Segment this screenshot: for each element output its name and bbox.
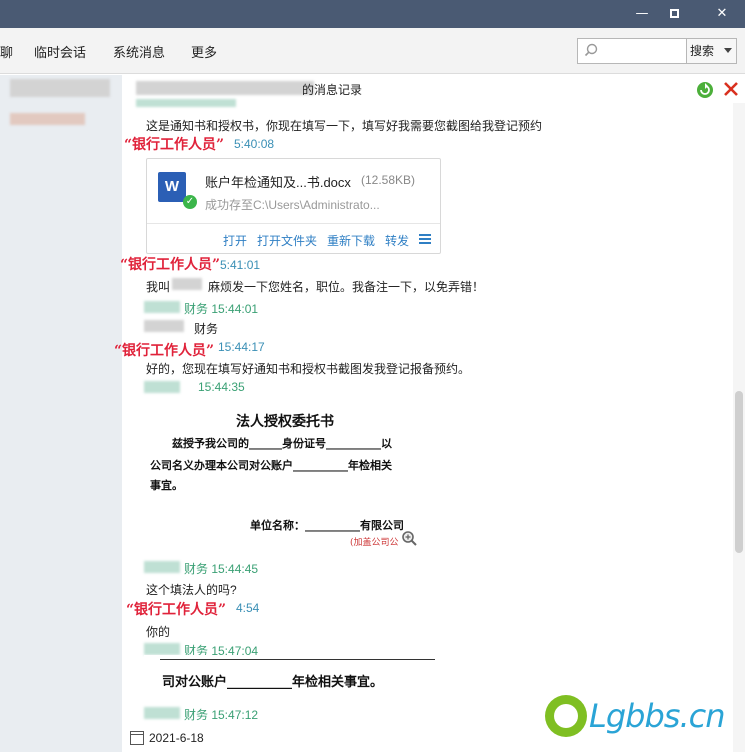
maximize-icon [669,9,679,18]
message-text: 这个填法人的吗? [146,583,237,597]
search-button[interactable]: 搜索 [687,38,737,64]
blurred-sender [144,707,180,719]
message-text: 财务 [194,322,219,336]
file-path: 成功存至C:\Users\Administrato... [205,198,380,212]
sender-label: “银行工作人员” [124,137,225,153]
open-folder-link[interactable]: 打开文件夹 [257,232,317,249]
zoom-icon[interactable] [401,530,417,546]
watermark-ring-icon [545,695,587,737]
refresh-icon[interactable] [696,81,714,99]
date-label: 2021-6-18 [149,731,204,745]
timestamp: 5:41:01 [220,258,261,272]
divider [147,223,440,224]
doc-rule [160,659,435,660]
history-title: 的消息记录 [302,83,363,97]
forward-link[interactable]: 转发 [385,232,409,249]
chevron-down-icon [724,48,732,53]
maximize-button[interactable] [664,4,684,24]
doc-line: 事宜。 [150,479,183,492]
check-icon: ✓ [183,195,197,209]
message-text: 你的 [146,625,171,639]
doc-line: 司对公账户__________年检相关事宜。 [162,675,384,690]
blurred-sender [144,561,180,573]
file-name: 账户年检通知及...书.docx [205,175,351,190]
message-history-panel: 的消息记录 这是通知书和授权书，你现在填写一下，填写好我需要您截图给我登记预约 … [114,75,745,752]
tab-system-messages[interactable]: 系统消息 [113,42,165,61]
tab-more[interactable]: 更多 [191,42,217,61]
doc-title: 法人授权委托书 [236,414,334,430]
close-button[interactable]: ✕ [712,4,732,24]
message-text: 这是通知书和授权书，你现在填写一下，填写好我需要您截图给我登记预约 [146,119,543,133]
blurred-sender [144,381,180,393]
sender-label: “银行工作人员” [126,602,227,618]
document-image[interactable]: 法人授权委托书 兹授予我公司的______身份证号__________以 公司名… [144,403,444,553]
search-button-label: 搜索 [690,44,715,58]
open-file-link[interactable]: 打开 [223,232,247,249]
blurred-sender [144,643,180,655]
blurred-sender [144,301,180,313]
blurred-name [136,81,314,95]
timestamp: 15:44:35 [198,380,245,394]
blurred-sender [136,99,236,107]
blurred-name [172,278,202,290]
close-icon[interactable] [722,80,740,98]
sender-label: “银行工作人员” [114,343,215,359]
timestamp: 5:40:08 [234,137,275,151]
document-image[interactable]: 司对公账户__________年检相关事宜。 [144,655,444,695]
contact-sidebar [0,75,122,752]
doc-line: 兹授予我公司的______身份证号__________以 [172,437,392,450]
file-card[interactable]: W ✓ 账户年检通知及...书.docx (12.58KB) 成功存至C:\Us… [146,158,441,254]
timestamp: 财务 15:44:01 [184,302,259,316]
search-input[interactable] [577,38,687,64]
sender-label: “银行工作人员” [120,257,221,273]
timestamp: 财务 15:47:12 [184,708,259,722]
blurred-contact[interactable] [10,79,110,97]
tab-temp-session[interactable]: 临时会话 [34,42,86,61]
watermark-text: Lgbbs.cn [589,697,725,735]
timestamp: 财务 15:44:45 [184,562,259,576]
calendar-icon[interactable] [130,731,144,745]
redownload-link[interactable]: 重新下载 [327,232,375,249]
timestamp: 15:44:17 [218,340,265,354]
message-prefix: 我叫 [146,280,171,294]
word-file-icon: W [158,172,186,202]
search-icon [584,43,598,57]
file-size: (12.58KB) [361,173,416,187]
blurred-contact[interactable] [10,113,85,125]
watermark-logo: Lgbbs.cn [545,683,741,747]
window-title-bar: — ✕ [0,0,745,28]
blurred-name [144,320,184,332]
minimize-button[interactable]: — [632,4,652,24]
doc-line: 单位名称：__________有限公司 [250,519,404,532]
timestamp: 4:54 [236,601,260,615]
tab-bar: 聊 临时会话 系统消息 更多 搜索 [0,28,745,74]
message-text: 麻烦发一下您姓名，职位。我备注一下，以免弄错！ [208,280,485,294]
tab-chat[interactable]: 聊 [0,42,13,61]
message-text: 好的，您现在填写好通知书和授权书截图发我登记报备预约。 [146,362,471,376]
doc-stamp-text: (加盖公司公 [350,538,399,548]
menu-icon[interactable] [419,234,431,244]
doc-line: 公司名义办理本公司对公账户__________年检相关 [150,459,392,472]
scrollbar-thumb[interactable] [735,391,743,553]
